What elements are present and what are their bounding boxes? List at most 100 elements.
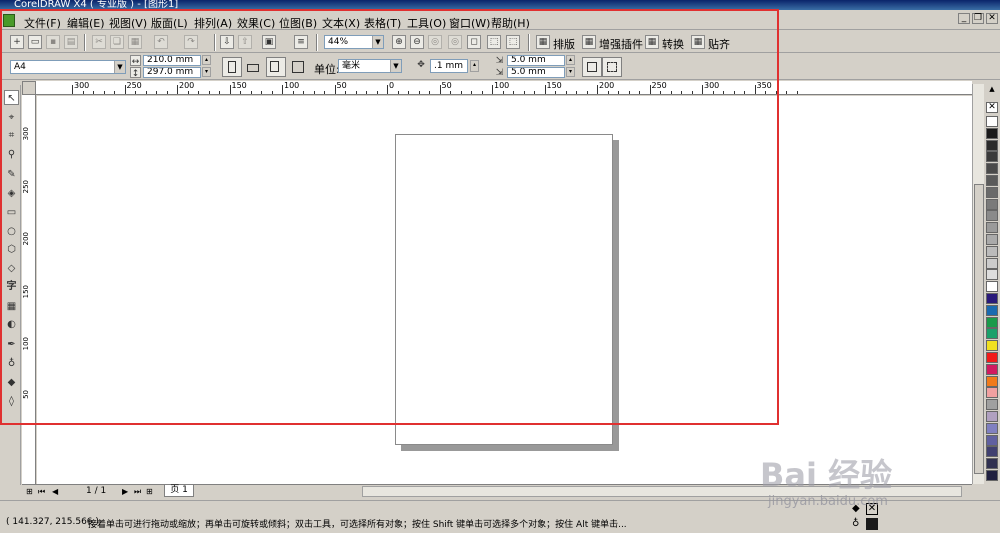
menu-help[interactable]: 帮助(H): [491, 15, 530, 31]
menu-layout[interactable]: 版面(L): [151, 15, 188, 31]
color-swatch[interactable]: [986, 163, 998, 175]
duplicate-y-spinner[interactable]: ▾: [566, 67, 575, 77]
color-swatch[interactable]: [986, 257, 998, 269]
prev-page-icon[interactable]: ◀: [52, 486, 58, 497]
drawing-canvas[interactable]: [37, 96, 972, 484]
outline-tool-icon[interactable]: ♁: [4, 356, 19, 371]
paper-size-select[interactable]: A4 ▼: [10, 60, 126, 74]
layout-button[interactable]: 排版: [553, 36, 575, 52]
current-page-button[interactable]: [288, 57, 308, 77]
interactive-tool-icon[interactable]: ◐: [4, 317, 19, 332]
layout-icon[interactable]: ▦: [536, 35, 550, 49]
width-spinner[interactable]: ▴: [202, 55, 211, 65]
page-width-input[interactable]: 210.0 mm: [143, 55, 201, 66]
portrait-button[interactable]: [222, 57, 242, 77]
paste-icon[interactable]: ▦: [128, 35, 142, 49]
close-icon[interactable]: ✕: [986, 13, 998, 24]
print-icon[interactable]: ▤: [64, 35, 78, 49]
ellipse-tool-icon[interactable]: ○: [4, 224, 19, 239]
redo-icon[interactable]: ↷: [184, 35, 198, 49]
menu-arrange[interactable]: 排列(A): [194, 15, 232, 31]
copy-icon[interactable]: ❏: [110, 35, 124, 49]
color-swatch[interactable]: [986, 304, 998, 316]
color-swatch[interactable]: [986, 222, 998, 234]
welcome-screen-icon[interactable]: ≡: [294, 35, 308, 49]
zoom-level-select[interactable]: 44% ▼: [324, 35, 384, 49]
color-swatch[interactable]: [986, 245, 998, 257]
color-swatch[interactable]: [986, 446, 998, 458]
last-page-icon[interactable]: ⏭: [134, 486, 141, 497]
color-swatch[interactable]: [986, 399, 998, 411]
convert-button[interactable]: 转换: [662, 36, 684, 52]
convert-icon[interactable]: ▦: [645, 35, 659, 49]
zoom-all-icon[interactable]: ◎: [448, 35, 462, 49]
color-swatch[interactable]: [986, 127, 998, 139]
treat-as-filled-button[interactable]: [582, 57, 602, 77]
new-document-icon[interactable]: +: [10, 35, 24, 49]
color-swatch[interactable]: [986, 470, 998, 481]
menu-bitmaps[interactable]: 位图(B): [279, 15, 317, 31]
basic-shapes-icon[interactable]: ◇: [4, 261, 19, 276]
menu-window[interactable]: 窗口(W): [449, 15, 490, 31]
next-page-icon[interactable]: ▶: [122, 486, 128, 497]
color-swatch[interactable]: [986, 340, 998, 352]
first-page-icon[interactable]: ⏮: [38, 486, 45, 497]
snap-icon[interactable]: ▦: [691, 35, 705, 49]
drawing-page[interactable]: [395, 134, 613, 445]
duplicate-x-input[interactable]: 5.0 mm: [507, 55, 565, 66]
landscape-button[interactable]: [243, 57, 263, 77]
fill-indicator-icon[interactable]: ◆: [852, 503, 860, 514]
outline-color-swatch[interactable]: [866, 518, 878, 530]
vertical-scrollbar[interactable]: [972, 84, 984, 484]
page-height-input[interactable]: 297.0 mm: [143, 67, 201, 78]
menu-tools[interactable]: 工具(O): [407, 15, 446, 31]
crop-tool-icon[interactable]: ⌗: [4, 128, 19, 143]
color-swatch[interactable]: [986, 210, 998, 222]
minimize-icon[interactable]: _: [958, 13, 970, 24]
all-pages-button[interactable]: [266, 57, 286, 77]
snap-button[interactable]: 贴齐: [708, 36, 730, 52]
smart-fill-icon[interactable]: ◈: [4, 186, 19, 201]
page-info-icon[interactable]: ⊞: [26, 486, 33, 497]
open-icon[interactable]: ▭: [28, 35, 42, 49]
unit-select[interactable]: 毫米 ▼: [338, 59, 402, 73]
color-swatch[interactable]: [986, 411, 998, 422]
duplicate-x-spinner[interactable]: ▴: [566, 55, 575, 65]
text-tool-icon[interactable]: 字: [4, 279, 19, 294]
horizontal-ruler[interactable]: 300 250 200 150 100 50 0 50 100 150 200 250 300 350: [22, 81, 972, 95]
color-swatch[interactable]: [986, 375, 998, 387]
nudge-input[interactable]: .1 mm: [430, 59, 468, 73]
interactive-fill-icon[interactable]: ◊: [4, 394, 19, 409]
zoom-tool-icon[interactable]: ⚲: [4, 147, 19, 162]
eyedropper-tool-icon[interactable]: ✒: [4, 337, 19, 352]
scroll-thumb[interactable]: [974, 184, 984, 474]
color-swatch[interactable]: [986, 269, 998, 281]
shape-tool-icon[interactable]: ⌖: [4, 110, 19, 125]
zoom-in-icon[interactable]: ⊕: [392, 35, 406, 49]
color-swatch[interactable]: [986, 116, 998, 127]
zoom-out-icon[interactable]: ⊖: [410, 35, 424, 49]
menu-table[interactable]: 表格(T): [364, 15, 401, 31]
height-spinner[interactable]: ▾: [202, 67, 211, 77]
menu-text[interactable]: 文本(X): [322, 15, 360, 31]
menu-effects[interactable]: 效果(C): [237, 15, 275, 31]
freehand-tool-icon[interactable]: ✎: [4, 167, 19, 182]
options-button[interactable]: [602, 57, 622, 77]
ruler-origin[interactable]: [22, 81, 36, 95]
color-swatch[interactable]: [986, 316, 998, 328]
menu-view[interactable]: 视图(V): [109, 15, 147, 31]
undo-icon[interactable]: ↶: [154, 35, 168, 49]
application-launcher-icon[interactable]: ▣: [262, 35, 276, 49]
menu-edit[interactable]: 编辑(E): [67, 15, 105, 31]
zoom-width-icon[interactable]: ⬚: [487, 35, 501, 49]
fill-tool-icon[interactable]: ◆: [4, 375, 19, 390]
menu-file[interactable]: 文件(F): [24, 15, 61, 31]
plugin-icon[interactable]: ▦: [582, 35, 596, 49]
color-swatch[interactable]: [986, 293, 998, 304]
polygon-tool-icon[interactable]: ⬡: [4, 242, 19, 257]
color-swatch[interactable]: [986, 434, 998, 446]
horizontal-scrollbar[interactable]: [362, 486, 962, 497]
table-tool-icon[interactable]: ▦: [4, 299, 19, 314]
palette-scroll-up-icon[interactable]: ▲: [986, 84, 998, 94]
color-swatch[interactable]: [986, 352, 998, 363]
